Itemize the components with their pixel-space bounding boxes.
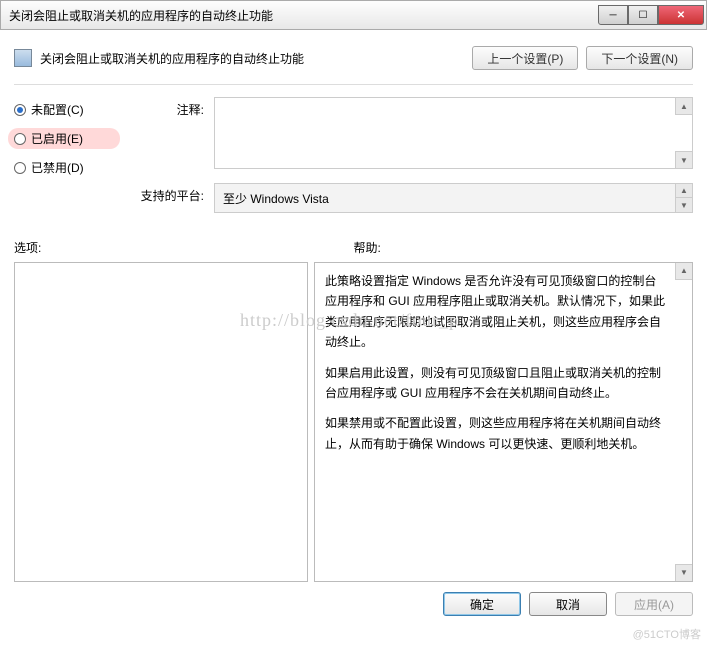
next-setting-button[interactable]: 下一个设置(N) (586, 46, 693, 70)
platform-value: 至少 Windows Vista (223, 190, 329, 207)
scroll-down-icon[interactable]: ▼ (675, 564, 692, 581)
help-label: 帮助: (354, 239, 694, 256)
radio-group: 未配置(C) 已启用(E) 已禁用(D) (14, 97, 114, 213)
radio-enabled[interactable]: 已启用(E) (8, 128, 120, 149)
header: 关闭会阻止或取消关机的应用程序的自动终止功能 上一个设置(P) 下一个设置(N) (14, 40, 693, 85)
scroll-up-icon[interactable]: ▲ (675, 263, 692, 280)
options-label: 选项: (14, 239, 354, 256)
options-panel (14, 262, 308, 582)
close-button[interactable]: ✕ (658, 5, 704, 25)
dialog-footer: 确定 取消 应用(A) (14, 582, 693, 620)
radio-label: 已禁用(D) (31, 159, 84, 176)
ok-button[interactable]: 确定 (443, 592, 521, 616)
maximize-button[interactable]: ☐ (628, 5, 658, 25)
comment-label: 注释: (134, 97, 204, 169)
platform-box: 至少 Windows Vista ▲ ▼ (214, 183, 693, 213)
help-text: 如果启用此设置，则没有可见顶级窗口且阻止或取消关机的控制台应用程序或 GUI 应… (325, 363, 668, 404)
radio-label: 已启用(E) (31, 130, 83, 147)
radio-icon (14, 162, 26, 174)
platform-label: 支持的平台: (134, 183, 204, 213)
window-title: 关闭会阻止或取消关机的应用程序的自动终止功能 (9, 7, 273, 24)
radio-disabled[interactable]: 已禁用(D) (14, 159, 114, 176)
scroll-up-icon[interactable]: ▲ (675, 98, 692, 115)
corner-watermark: @51CTO博客 (633, 626, 701, 642)
radio-label: 未配置(C) (31, 101, 84, 118)
comment-textarea[interactable]: ▲ ▼ (214, 97, 693, 169)
help-text: 此策略设置指定 Windows 是否允许没有可见顶级窗口的控制台应用程序和 GU… (325, 271, 668, 353)
scroll-up-icon[interactable]: ▲ (675, 184, 692, 198)
window-controls: ─ ☐ ✕ (598, 5, 704, 25)
policy-icon (14, 49, 32, 67)
help-panel: 此策略设置指定 Windows 是否允许没有可见顶级窗口的控制台应用程序和 GU… (314, 262, 693, 582)
apply-button[interactable]: 应用(A) (615, 592, 693, 616)
minimize-button[interactable]: ─ (598, 5, 628, 25)
radio-not-configured[interactable]: 未配置(C) (14, 101, 114, 118)
scroll-down-icon[interactable]: ▼ (675, 151, 692, 168)
section-labels: 选项: 帮助: (14, 239, 693, 256)
cancel-button[interactable]: 取消 (529, 592, 607, 616)
prev-setting-button[interactable]: 上一个设置(P) (472, 46, 578, 70)
help-text: 如果禁用或不配置此设置，则这些应用程序将在关机期间自动终止，从而有助于确保 Wi… (325, 413, 668, 454)
scroll-down-icon[interactable]: ▼ (675, 198, 692, 212)
titlebar: 关闭会阻止或取消关机的应用程序的自动终止功能 ─ ☐ ✕ (0, 0, 707, 30)
radio-icon (14, 133, 26, 145)
radio-icon (14, 104, 26, 116)
page-title: 关闭会阻止或取消关机的应用程序的自动终止功能 (40, 50, 464, 67)
